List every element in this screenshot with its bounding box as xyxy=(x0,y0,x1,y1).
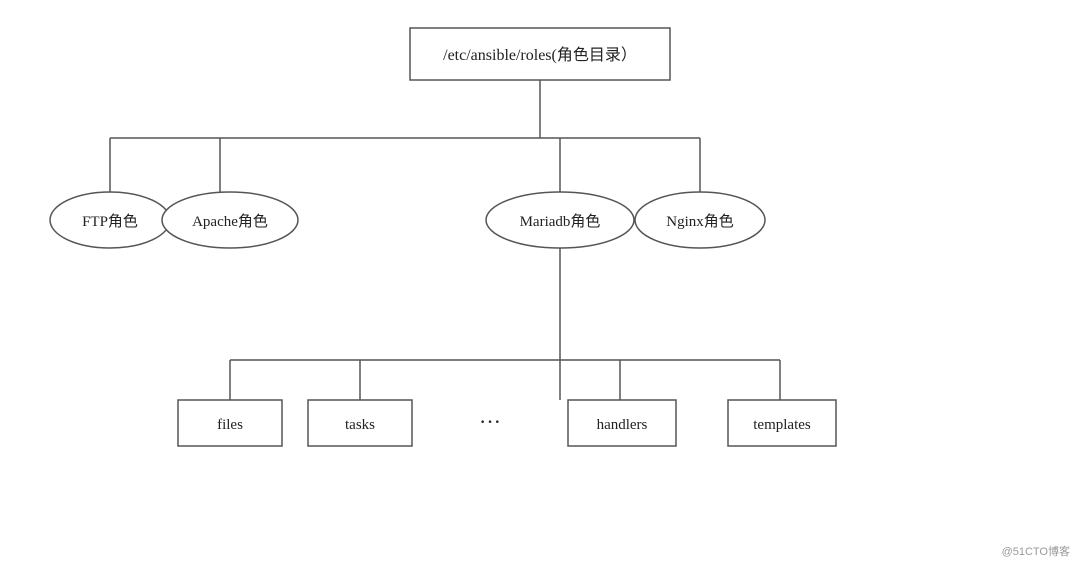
role-nginx-label: Nginx角色 xyxy=(666,213,734,230)
diagram-container: /etc/ansible/roles(角色目录） FTP角色 Apache角色 … xyxy=(0,0,1080,565)
tree-diagram: /etc/ansible/roles(角色目录） FTP角色 Apache角色 … xyxy=(0,0,1080,565)
subdir-handlers-label: handlers xyxy=(597,417,648,433)
role-mariadb-label: Mariadb角色 xyxy=(520,213,601,230)
role-apache-label: Apache角色 xyxy=(192,213,268,230)
ellipsis-label: ··· xyxy=(479,409,501,434)
subdir-templates-label: templates xyxy=(753,417,811,433)
watermark: @51CTO博客 xyxy=(1002,543,1070,559)
role-ftp-label: FTP角色 xyxy=(82,213,138,230)
subdir-files-label: files xyxy=(217,417,243,433)
root-node-label: /etc/ansible/roles(角色目录） xyxy=(443,46,637,64)
subdir-tasks-label: tasks xyxy=(345,417,375,433)
